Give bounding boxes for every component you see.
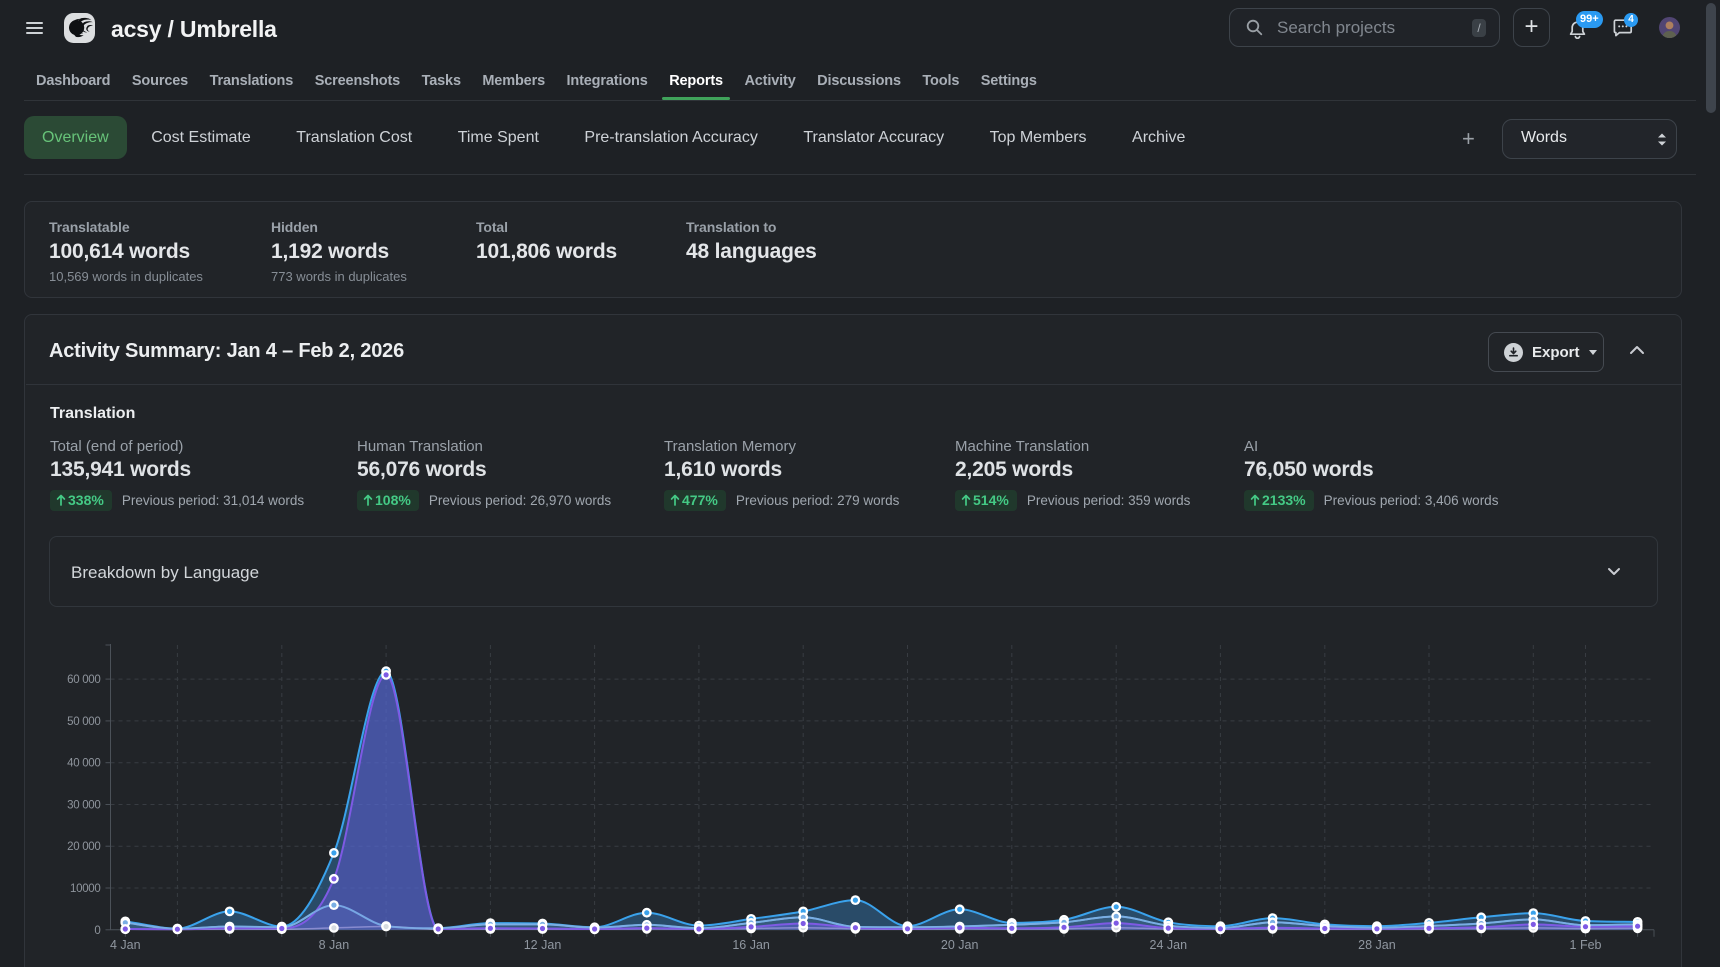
svg-text:28 Jan: 28 Jan [1358,938,1396,952]
svg-text:60 000: 60 000 [67,674,100,686]
svg-text:10000: 10000 [70,883,100,895]
svg-text:8 Jan: 8 Jan [319,938,350,952]
svg-text:0: 0 [94,925,100,937]
svg-text:16 Jan: 16 Jan [732,938,770,952]
svg-text:4 Jan: 4 Jan [110,938,141,952]
svg-text:30 000: 30 000 [67,800,100,812]
svg-text:1 Feb: 1 Feb [1570,938,1602,952]
svg-text:40 000: 40 000 [67,758,100,770]
svg-text:24 Jan: 24 Jan [1150,938,1188,952]
svg-text:20 000: 20 000 [67,841,100,853]
svg-text:12 Jan: 12 Jan [524,938,562,952]
svg-text:20 Jan: 20 Jan [941,938,979,952]
svg-text:50 000: 50 000 [67,716,100,728]
